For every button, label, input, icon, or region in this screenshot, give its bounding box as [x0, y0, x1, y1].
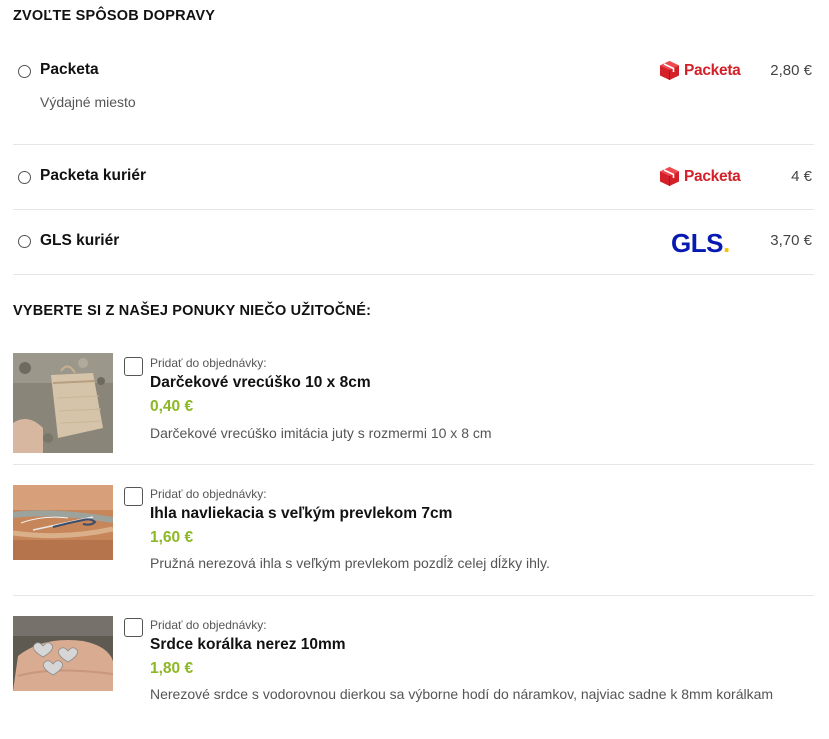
add-to-order-label[interactable]: Pridať do objednávky:: [150, 487, 267, 501]
shipping-option-price: 2,80 €: [770, 62, 812, 79]
product-name: Srdce korálka nerez 10mm: [150, 636, 346, 653]
product-price: 1,60 €: [150, 529, 194, 546]
add-to-order-checkbox[interactable]: [124, 357, 143, 376]
product-price: 1,80 €: [150, 660, 194, 677]
addon-item-threading-needle: Pridať do objednávky: Ihla navliekacia s…: [13, 465, 814, 596]
shipping-option-name[interactable]: Packeta: [40, 61, 99, 79]
product-description: Nerezové srdce s vodorovnou dierkou sa v…: [150, 686, 774, 702]
shipping-option-gls-courier[interactable]: GLS kuriér GLS. 3,70 €: [13, 210, 814, 275]
product-image-threading-needle: [13, 485, 113, 560]
addons-section-title: VYBERTE SI Z NAŠEJ PONUKY NIEČO UŽITOČNÉ…: [13, 303, 372, 319]
addon-item-heart-bead: Pridať do objednávky: Srdce korálka nere…: [13, 596, 814, 739]
product-price: 0,40 €: [150, 398, 194, 415]
shipping-option-name[interactable]: Packeta kuriér: [40, 167, 146, 185]
packeta-box-icon: [660, 167, 679, 186]
shipping-option-name[interactable]: GLS kuriér: [40, 232, 119, 250]
packeta-box-icon: [660, 61, 679, 80]
product-image-gift-bag: [13, 353, 113, 453]
addon-item-gift-bag: Pridať do objednávky: Darčekové vrecúško…: [13, 340, 814, 465]
product-name: Ihla navliekacia s veľkým prevlekom 7cm: [150, 505, 453, 522]
packeta-logo: Packeta: [659, 60, 741, 81]
shipping-option-price: 3,70 €: [770, 232, 812, 249]
add-to-order-checkbox[interactable]: [124, 618, 143, 637]
shipping-section-title: ZVOĽTE SPÔSOB DOPRAVY: [13, 8, 216, 24]
add-to-order-label[interactable]: Pridať do objednávky:: [150, 356, 267, 370]
shipping-option-price: 4 €: [791, 168, 812, 185]
product-description: Darčekové vrecúško imitácia juty s rozme…: [150, 425, 492, 441]
shipping-option-packeta[interactable]: Packeta Výdajné miesto Packeta 2,80 €: [13, 44, 814, 145]
add-to-order-label[interactable]: Pridať do objednávky:: [150, 618, 267, 632]
radio-packeta-courier[interactable]: [18, 171, 31, 184]
shipping-option-packeta-courier[interactable]: Packeta kuriér Packeta 4 €: [13, 145, 814, 210]
shipping-option-subtitle: Výdajné miesto: [40, 94, 136, 110]
radio-packeta[interactable]: [18, 65, 31, 78]
gls-logo: GLS.: [671, 228, 730, 258]
product-image-heart-bead: [13, 616, 113, 691]
packeta-logo: Packeta: [659, 166, 741, 187]
product-description: Pružná nerezová ihla s veľkým prevlekom …: [150, 555, 550, 571]
product-name: Darčekové vrecúško 10 x 8cm: [150, 374, 371, 391]
radio-gls-courier[interactable]: [18, 235, 31, 248]
add-to-order-checkbox[interactable]: [124, 487, 143, 506]
